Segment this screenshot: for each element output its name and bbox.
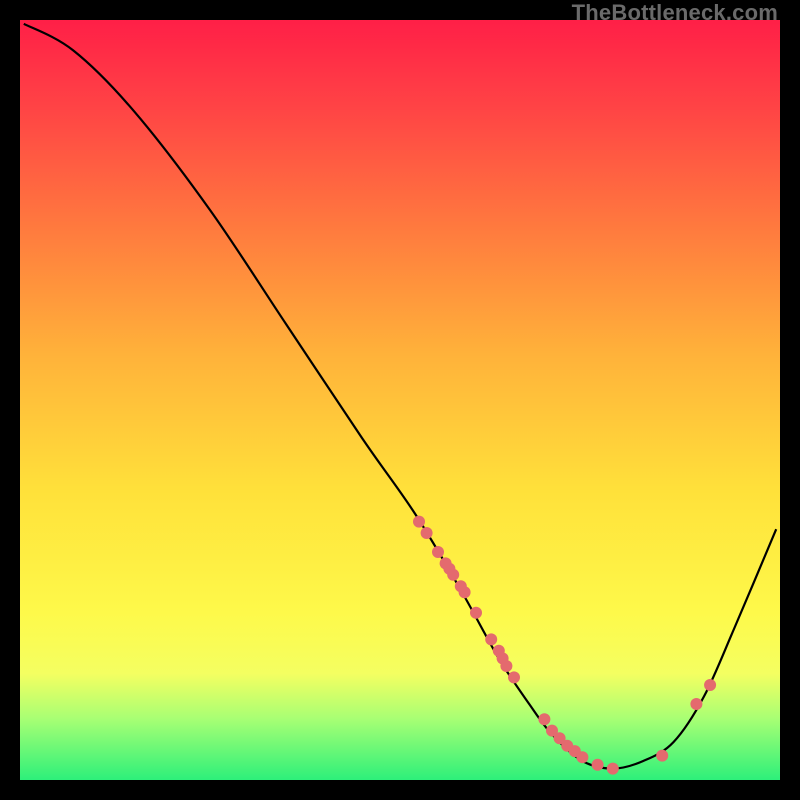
watermark-text: TheBottleneck.com bbox=[572, 0, 778, 26]
highlight-point bbox=[656, 750, 668, 762]
highlight-point bbox=[576, 751, 588, 763]
highlight-point bbox=[432, 546, 444, 558]
highlight-point bbox=[485, 633, 497, 645]
highlight-point bbox=[592, 759, 604, 771]
highlight-point bbox=[607, 763, 619, 775]
highlight-point bbox=[421, 527, 433, 539]
highlight-point bbox=[508, 671, 520, 683]
highlight-point bbox=[500, 660, 512, 672]
highlight-point bbox=[459, 586, 471, 598]
chart-plot-area bbox=[18, 18, 782, 782]
highlight-point bbox=[690, 698, 702, 710]
bottleneck-curve bbox=[24, 24, 776, 769]
highlight-point bbox=[447, 569, 459, 581]
highlight-point bbox=[538, 713, 550, 725]
highlight-point bbox=[470, 607, 482, 619]
highlight-points bbox=[413, 516, 716, 775]
chart-svg bbox=[20, 20, 780, 780]
highlight-point bbox=[704, 679, 716, 691]
highlight-point bbox=[413, 516, 425, 528]
